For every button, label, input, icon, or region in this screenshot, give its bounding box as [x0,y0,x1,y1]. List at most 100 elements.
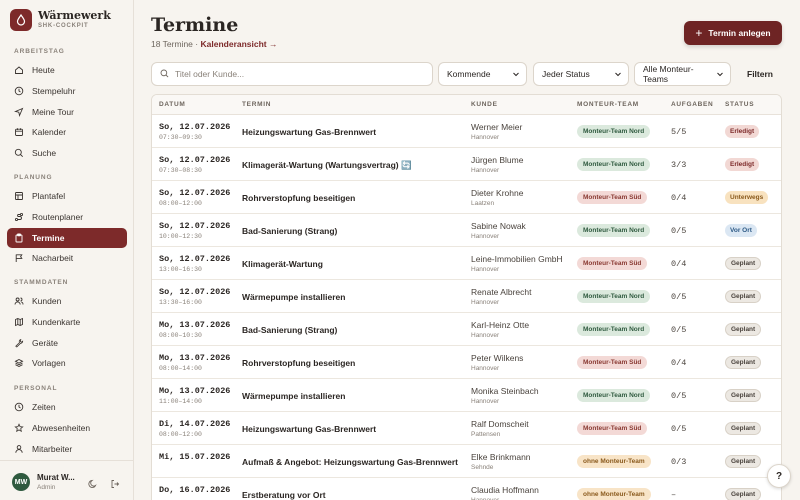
row-date: So, 12.07.2026 [159,254,231,264]
clipboard-icon [14,233,24,243]
search-input[interactable] [175,69,415,79]
row-title: Rohrverstopfung beseitigen [242,358,356,368]
sidebar-item-meine-tour[interactable]: Meine Tour [7,102,127,122]
row-customer: Sabine Nowak [471,221,526,231]
sidebar-item-stempeluhr[interactable]: Stempeluhr [7,81,127,101]
map-icon [14,317,24,327]
brand[interactable]: Wärmewerk SHK-COCKPIT [10,9,111,31]
calendar-view-link[interactable]: Kalenderansicht → [201,39,278,49]
sidebar-item-label: Heute [32,65,55,75]
table-row[interactable]: So, 12.07.2026 07:30–09:30 Heizungswartung… [152,115,781,148]
sidebar-item-vorlagen[interactable]: Vorlagen [7,353,127,373]
column-header-team[interactable]: MONTEUR-TEAM [577,101,639,108]
row-time: 10:00–12:30 [159,233,202,240]
row-customer: Renate Albrecht [471,287,532,297]
table-row[interactable]: Mo, 13.07.2026 11:00–14:00 Wärmepumpe inst… [152,379,781,412]
row-tasks: 0/5 [671,226,687,236]
sidebar-item-kundenkarte[interactable]: Kundenkarte [7,312,127,332]
status-filter-select[interactable]: Jeder Status [533,62,629,86]
row-date: So, 12.07.2026 [159,221,231,231]
sidebar-item-label: Mitarbeiter [32,443,73,454]
column-header-customer[interactable]: KUNDE [471,101,498,108]
row-tasks: 0/5 [671,292,687,302]
team-badge: Monteur-Team Süd [577,257,648,270]
user-role: Admin [37,484,56,491]
row-time: 08:00–12:00 [159,200,202,207]
home-icon [14,65,24,75]
sidebar-item-geräte[interactable]: Geräte [7,333,127,353]
sidebar-item-abwesenheiten[interactable]: Abwesenheiten [7,418,127,438]
status-badge: Geplant [725,389,762,402]
status-badge: Geplant [725,455,762,468]
flame-icon [10,9,32,31]
team-badge: Monteur-Team Nord [577,125,651,138]
star-icon [14,423,24,433]
table-row[interactable]: So, 12.07.2026 13:00–16:30 Klimagerät-Wart… [152,247,781,280]
team-badge: ohne Monteur-Team [577,455,651,468]
row-tasks: – [671,490,677,500]
row-time: 11:00–14:00 [159,398,202,405]
row-date: Di, 14.07.2026 [159,419,231,429]
status-badge: Geplant [725,257,762,270]
page-subline: 18 Termine · Kalenderansicht → [151,39,278,49]
row-time: 08:00–10:30 [159,332,202,339]
row-customer: Monika Steinbach [471,386,539,396]
chevron-down-icon [716,70,724,78]
logout-icon[interactable] [110,476,120,488]
team-badge: Monteur-Team Süd [577,356,648,369]
sidebar-item-mitarbeiter[interactable]: Mitarbeiter [7,439,127,459]
avatar[interactable]: MW [12,473,30,491]
row-city: Hannover [471,134,500,141]
status-badge: Unterwegs [725,191,769,204]
nav-section-label: ARBEITSTAG [14,48,65,55]
row-time: 07:30–09:30 [159,134,202,141]
table-row[interactable]: So, 12.07.2026 08:00–12:00 Rohrverstopfung… [152,181,781,214]
sidebar-item-zeiten[interactable]: Zeiten [7,397,127,417]
team-badge: Monteur-Team Nord [577,323,651,336]
column-header-date[interactable]: DATUM [159,101,186,108]
table-row[interactable]: So, 12.07.2026 10:00–12:30 Bad-Sanierung (… [152,214,781,247]
status-badge: Geplant [725,422,762,435]
table-row[interactable]: Mo, 13.07.2026 08:00–10:30 Bad-Sanierung (… [152,313,781,346]
table-row[interactable]: Mo, 13.07.2026 08:00–14:00 Rohrverstopfung… [152,346,781,379]
table-row[interactable]: So, 12.07.2026 13:30–16:00 Wärmepumpe inst… [152,280,781,313]
sidebar-item-label: Vorlagen [32,358,66,369]
column-header-status[interactable]: STATUS [725,101,754,108]
sidebar-item-kunden[interactable]: Kunden [7,291,127,311]
team-badge: Monteur-Team Nord [577,158,651,171]
team-filter-value: Alle Monteur-Teams [643,64,694,84]
team-badge: Monteur-Team Süd [577,191,648,204]
search-box[interactable] [151,62,433,86]
sidebar-item-label: Geräte [32,337,58,348]
status-badge: Erledigt [725,158,760,171]
new-appointment-button[interactable]: + Termin anlegen [684,21,782,45]
sidebar-item-termine[interactable]: Termine [7,227,127,248]
time-filter-select[interactable]: Kommende [438,62,527,86]
sidebar-item-nacharbeit[interactable]: Nacharbeit [7,248,127,268]
row-date: So, 12.07.2026 [159,122,231,132]
row-customer: Elke Brinkmann [471,452,531,462]
help-button[interactable]: ? [767,464,791,488]
team-filter-select[interactable]: Alle Monteur-Teams [634,62,731,86]
row-city: Hannover [471,365,500,372]
row-tasks: 0/5 [671,424,687,434]
sidebar-item-kalender[interactable]: Kalender [7,122,127,142]
table-row[interactable]: Di, 14.07.2026 08:00–12:00 Heizungswartung… [152,412,781,445]
brand-name: Wärmewerk [38,9,111,22]
row-title: Rohrverstopfung beseitigen [242,193,356,203]
sidebar-item-suche[interactable]: Suche [7,143,127,163]
column-header-appointment[interactable]: TERMIN [242,101,271,108]
table-row[interactable]: So, 12.07.2026 07:30–08:30 Klimagerät-Wart… [152,148,781,181]
row-tasks: 5/5 [671,127,687,137]
table-row[interactable]: Mi, 15.07.2026 Aufmaß & Angebot: Heizungs… [152,445,781,478]
sidebar-item-plantafel[interactable]: Plantafel [7,186,127,206]
column-header-tasks[interactable]: AUFGABEN [671,101,713,108]
table-row[interactable]: Do, 16.07.2026 Erstberatung vor Ort Claudi… [152,478,781,500]
new-appointment-label: Termin anlegen [708,28,771,38]
theme-toggle-moon-icon[interactable] [88,476,98,488]
sidebar-item-routenplaner[interactable]: Routenplaner [7,207,127,227]
sidebar-item-heute[interactable]: Heute [7,60,127,80]
filter-button[interactable]: Filtern [740,62,780,86]
team-badge: Monteur-Team Nord [577,224,651,237]
sidebar-footer: MW Murat W... Admin [0,460,134,500]
